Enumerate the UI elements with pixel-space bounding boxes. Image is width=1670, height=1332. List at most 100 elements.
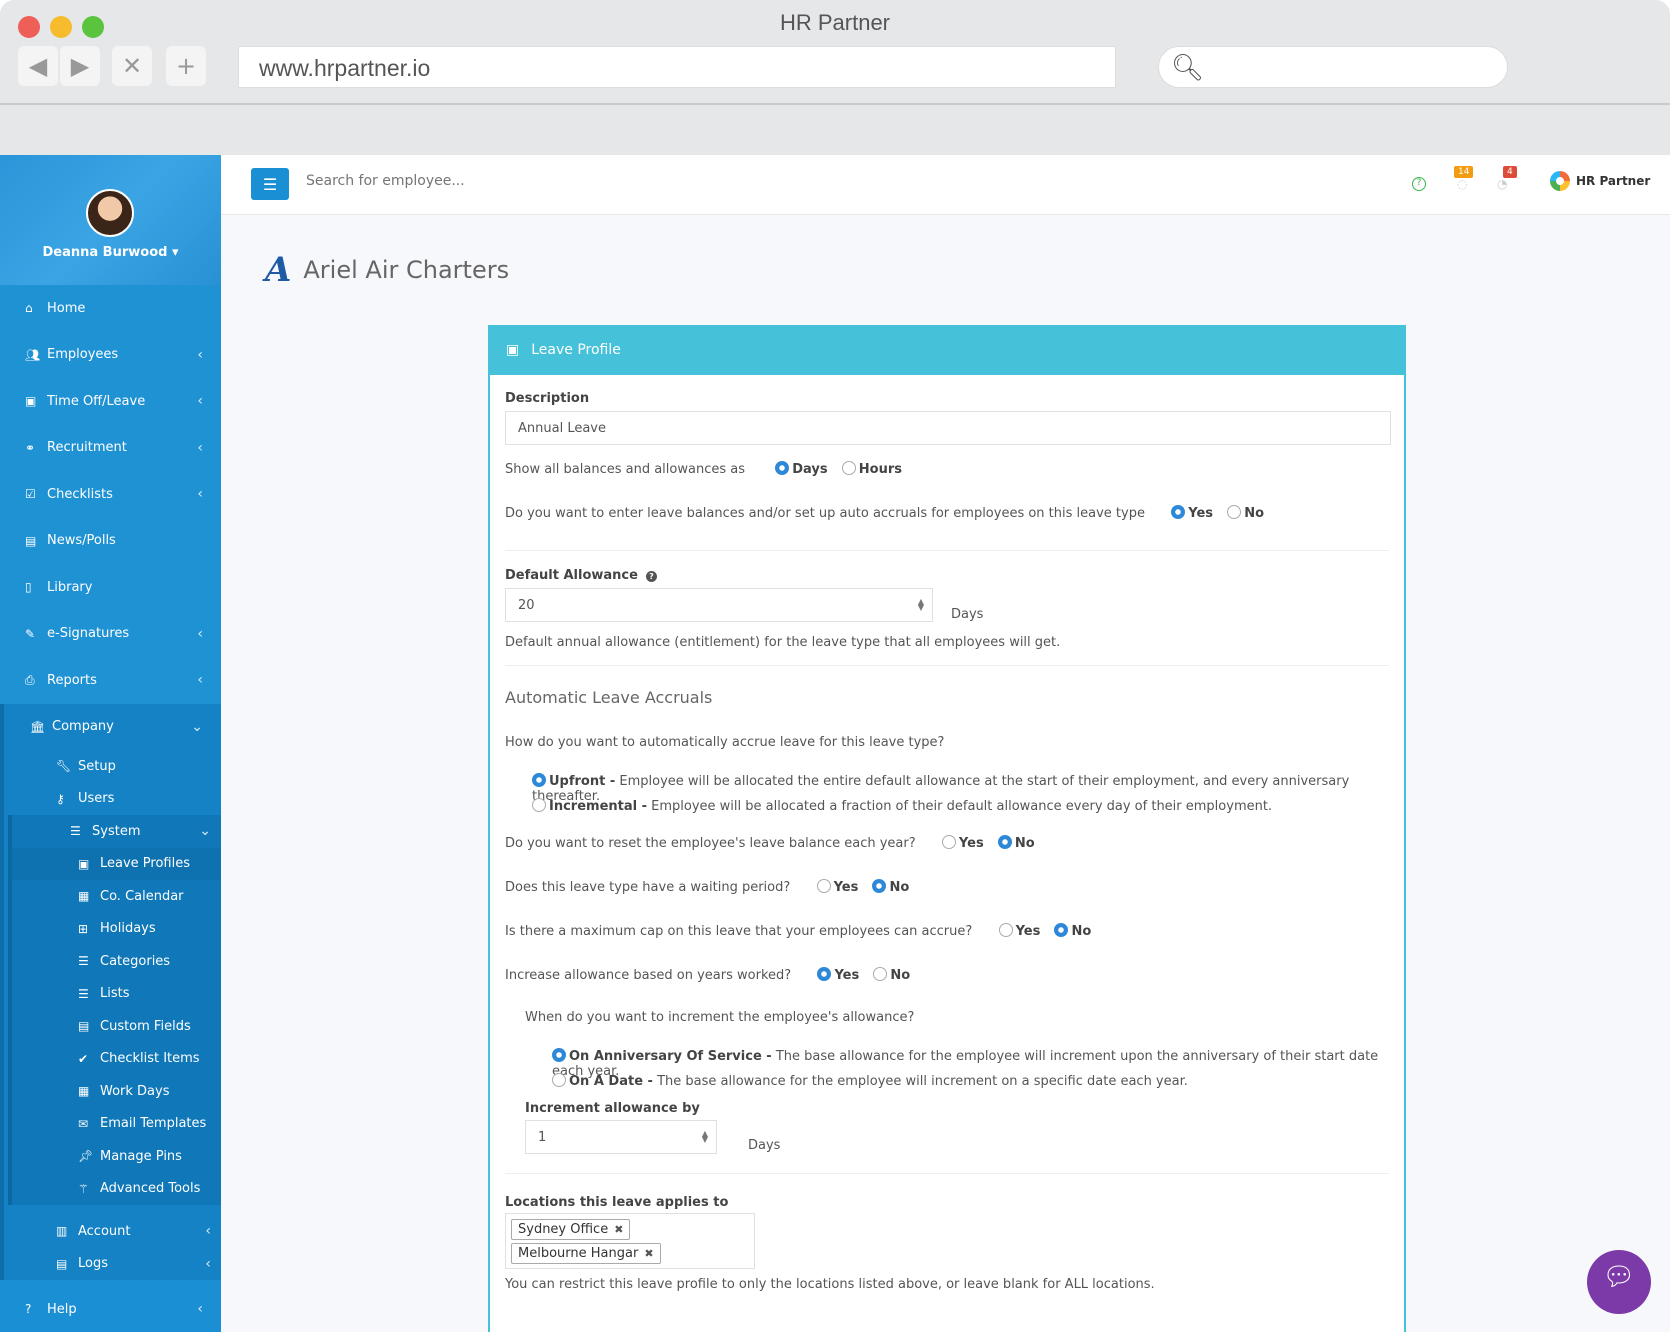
sidebar-item-checklist-items[interactable]: ✔ Checklist Items — [12, 1043, 221, 1076]
sidebar-item-help[interactable]: ? Help ‹ — [0, 1286, 221, 1332]
increase-allowance-question: Increase allowance based on years worked… — [505, 968, 792, 983]
increase-yes-radio[interactable] — [817, 967, 832, 981]
forward-button[interactable]: ▶ — [60, 46, 100, 86]
cap-no-radio[interactable] — [1054, 923, 1069, 937]
days-radio[interactable] — [775, 461, 790, 475]
chevron-left-icon: ‹ — [197, 439, 203, 456]
bell-icon[interactable]: ◔ — [1497, 177, 1507, 191]
forward-arrow-icon: ▶ — [70, 52, 90, 80]
sidebar-item-news-polls[interactable]: ▤ News/Polls — [0, 518, 221, 565]
back-button[interactable]: ◀ — [18, 46, 58, 86]
sidebar-item-lists[interactable]: ☰ Lists — [12, 978, 221, 1011]
new-tab-button[interactable]: + — [166, 46, 206, 86]
chat-button[interactable]: 💬︎ — [1587, 1250, 1651, 1314]
sidebar-item-home[interactable]: ⌂ Home — [0, 285, 221, 332]
sidebar-item-reports[interactable]: ⎙ Reports ‹ — [0, 657, 221, 704]
increment-input[interactable]: 1 ▲ ▼ — [525, 1120, 717, 1154]
on-a-date-radio[interactable] — [552, 1073, 566, 1087]
reset-yes-radio[interactable] — [941, 835, 956, 849]
chevron-left-icon: ‹ — [205, 1255, 211, 1272]
url-bar[interactable]: www.hrpartner.io — [238, 46, 1116, 88]
envelope-icon: ✉ — [78, 1116, 89, 1131]
question-circle-icon[interactable]: ? — [645, 571, 657, 582]
file-icon: ▯ — [25, 580, 32, 595]
list-icon: ☰ — [78, 954, 89, 969]
hours-radio[interactable] — [841, 461, 856, 475]
browser-search-field[interactable]: 🔍︎ — [1158, 46, 1508, 88]
sidebar-item-categories[interactable]: ☰ Categories — [12, 945, 221, 978]
sidebar-item-co-calendar[interactable]: ▦ Co. Calendar — [12, 880, 221, 913]
waiting-yes-radio[interactable] — [816, 879, 831, 893]
enter-balances-no-radio[interactable] — [1227, 505, 1242, 519]
sidebar-item-label: Home — [47, 300, 86, 316]
anniversary-label: On Anniversary Of Service - — [569, 1049, 772, 1064]
avatar[interactable] — [86, 189, 134, 237]
sidebar-item-custom-fields[interactable]: ▤ Custom Fields — [12, 1010, 221, 1043]
sidebar-item-leave-profiles[interactable]: ▣ Leave Profiles — [12, 847, 221, 880]
incremental-radio[interactable] — [532, 798, 546, 812]
sidebar-item-e-signatures[interactable]: ✎ e-Signatures ‹ — [0, 611, 221, 658]
cap-yes-radio[interactable] — [998, 923, 1013, 937]
anniversary-radio[interactable] — [552, 1048, 566, 1062]
sidebar-item-email-templates[interactable]: ✉ Email Templates — [12, 1108, 221, 1141]
sidebar-item-users[interactable]: ⚷ Users — [4, 783, 221, 816]
sidebar-item-label: Help — [47, 1301, 77, 1317]
sidebar-item-label: Work Days — [100, 1083, 170, 1099]
sidebar-item-label: Manage Pins — [100, 1148, 182, 1164]
sidebar-item-work-days[interactable]: ▦ Work Days — [12, 1075, 221, 1108]
incremental-option: Incremental - Employee will be allocated… — [532, 798, 1272, 814]
on-a-date-description: The base allowance for the employee will… — [657, 1074, 1188, 1089]
account-menu[interactable]: HR Partner — [1550, 171, 1650, 191]
locations-multiselect[interactable]: Sydney Office ✖ Melbourne Hangar ✖ — [505, 1213, 755, 1269]
number-spinner-icon[interactable]: ▲ ▼ — [918, 598, 924, 612]
increment-value: 1 — [538, 1129, 547, 1145]
sidebar-item-label: Setup — [78, 758, 116, 774]
stop-button[interactable]: ✕ — [112, 46, 152, 86]
hamburger-icon: ☰ — [262, 174, 278, 194]
default-allowance-input[interactable]: 20 ▲ ▼ — [505, 588, 933, 622]
waiting-no-radio[interactable] — [872, 879, 887, 893]
enter-balances-yes-radio[interactable] — [1171, 505, 1186, 519]
sidebar-item-time-off[interactable]: ▣ Time Off/Leave ‹ — [0, 378, 221, 425]
location-tag-label: Sydney Office — [518, 1221, 609, 1237]
upfront-radio[interactable] — [532, 773, 546, 787]
notifications-icon[interactable]: ◌ — [1457, 177, 1467, 191]
sidebar-item-company[interactable]: 🏛︎ Company ⌄ — [4, 704, 221, 751]
sidebar-item-label: Checklist Items — [100, 1051, 200, 1067]
user-panel: Deanna Burwood ▾ — [0, 155, 221, 285]
increment-label: Increment allowance by — [525, 1101, 700, 1116]
number-spinner-icon[interactable]: ▲ ▼ — [702, 1130, 708, 1144]
sidebar-item-label: Holidays — [100, 921, 156, 937]
pin-icon: 📌︎ — [78, 1149, 94, 1164]
description-input[interactable]: Annual Leave — [505, 411, 1391, 445]
sidebar-item-advanced-tools[interactable]: ⚚ Advanced Tools — [12, 1173, 221, 1206]
sidebar-item-label: System — [92, 823, 141, 839]
panel-header: ▣ Leave Profile — [490, 325, 1404, 375]
sidebar-item-setup[interactable]: 🔧︎ Setup — [4, 750, 221, 783]
pencil-icon: ✎ — [25, 626, 36, 641]
sidebar-item-logs[interactable]: ▤ Logs ‹ — [4, 1248, 221, 1281]
default-allowance-value: 20 — [518, 597, 535, 613]
remove-tag-icon[interactable]: ✖ — [614, 1223, 623, 1236]
sidebar-item-manage-pins[interactable]: 📌︎ Manage Pins — [12, 1140, 221, 1173]
menu-toggle-button[interactable]: ☰ — [251, 168, 289, 200]
remove-tag-icon[interactable]: ✖ — [644, 1247, 653, 1260]
sidebar-item-account[interactable]: ▥ Account ‹ — [4, 1215, 221, 1248]
search-icon: 🔍︎ — [1171, 53, 1205, 83]
user-menu[interactable]: Deanna Burwood ▾ — [0, 245, 221, 260]
increase-no-radio[interactable] — [873, 967, 888, 981]
sidebar-item-recruitment[interactable]: ⚭ Recruitment ‹ — [0, 425, 221, 472]
location-tag: Sydney Office ✖ — [511, 1218, 631, 1240]
help-icon[interactable]: ? — [1412, 177, 1426, 191]
reset-no-radio[interactable] — [997, 835, 1012, 849]
handshake-icon: ⚭ — [25, 440, 36, 455]
sidebar-item-employees[interactable]: 👥︎ Employees ‹ — [0, 332, 221, 379]
sidebar-item-checklists[interactable]: ☑ Checklists ‹ — [0, 471, 221, 518]
sidebar-item-system[interactable]: ☰ System ⌄ — [12, 815, 221, 848]
question-circle-icon: ? — [25, 1302, 32, 1316]
book-icon: ▥ — [56, 1224, 68, 1239]
sidebar-item-label: Logs — [78, 1256, 108, 1272]
sidebar-item-holidays[interactable]: ⊞ Holidays — [12, 913, 221, 946]
employee-search-input[interactable] — [306, 173, 606, 189]
sidebar-item-library[interactable]: ▯ Library — [0, 564, 221, 611]
